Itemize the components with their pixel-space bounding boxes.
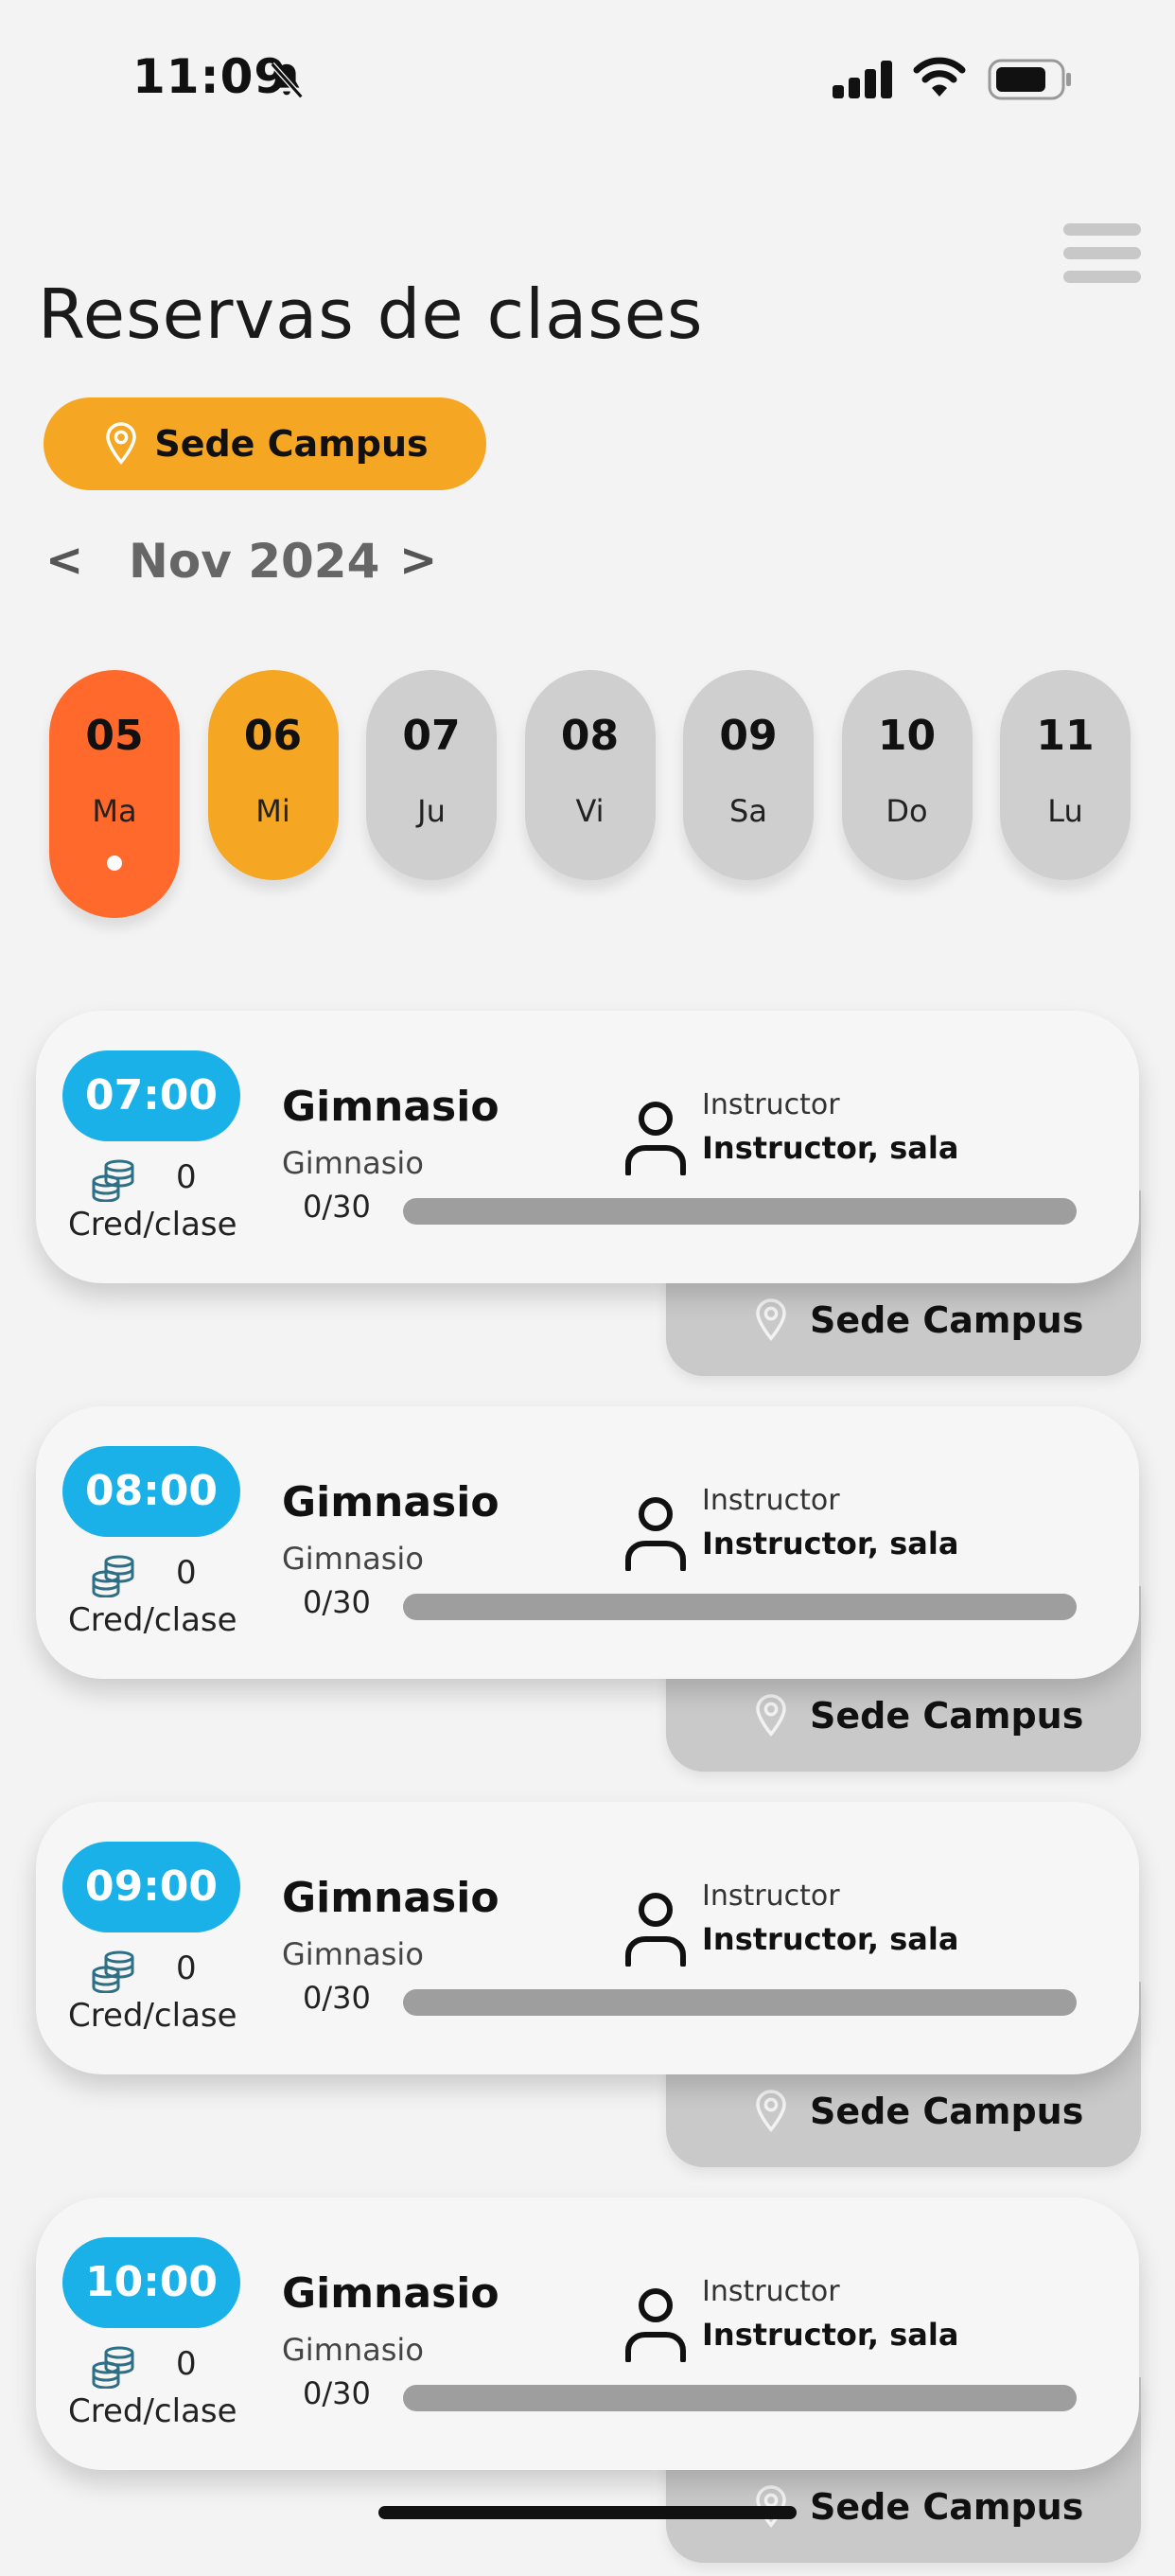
bell-slash-icon: [270, 62, 304, 99]
capacity-text: 0/30: [303, 1584, 371, 1620]
month-label: Nov 2024: [129, 534, 380, 589]
class-item[interactable]: Sede Campus 09:00 0 Cred/clase Gimnasio Gimna…: [0, 1802, 1175, 2180]
class-category: Gimnasio: [282, 1936, 424, 1972]
coins-stack-icon: [92, 2346, 134, 2389]
map-pin-icon: [756, 1694, 786, 1737]
credit-label: Cred/clase: [68, 2392, 237, 2430]
capacity-text: 0/30: [303, 1189, 371, 1225]
person-icon: [625, 1497, 686, 1571]
class-time-badge: 07:00: [62, 1050, 240, 1141]
class-name: Gimnasio: [282, 1083, 500, 1131]
instructor-label: Instructor: [702, 2275, 840, 2308]
day-pill-06[interactable]: 06 Mi: [207, 670, 339, 880]
class-time-badge: 09:00: [62, 1842, 240, 1932]
coins-stack-icon: [92, 1555, 134, 1597]
day-number: 10: [877, 712, 937, 760]
location-label: Sede Campus: [154, 423, 429, 465]
class-name: Gimnasio: [282, 1874, 500, 1922]
instructor-name: Instructor, sala: [702, 2317, 959, 2353]
class-card[interactable]: 08:00 0 Cred/clase Gimnasio Gimnasio 0/30 Inst…: [36, 1406, 1139, 1679]
day-pill-09[interactable]: 09 Sa: [683, 670, 814, 880]
person-icon: [625, 2288, 686, 2362]
capacity-bar: [403, 1594, 1077, 1620]
coins-stack-icon: [92, 1950, 134, 1993]
map-pin-icon: [106, 422, 137, 465]
credit-label: Cred/clase: [68, 1997, 237, 2035]
day-name: Do: [886, 793, 928, 829]
day-pill-05[interactable]: 05 Ma: [49, 670, 180, 918]
class-category: Gimnasio: [282, 2332, 424, 2368]
credit-count: 0: [176, 2345, 197, 2383]
day-name: Mi: [255, 793, 290, 829]
instructor-name: Instructor, sala: [702, 1130, 959, 1166]
class-time-badge: 08:00: [62, 1446, 240, 1537]
day-name: Vi: [575, 793, 605, 829]
class-location-label: Sede Campus: [810, 1299, 1084, 1341]
day-name: Ju: [417, 793, 446, 829]
hamburger-menu-icon[interactable]: [1063, 223, 1141, 284]
day-number: 07: [402, 712, 461, 760]
class-time-badge: 10:00: [62, 2237, 240, 2328]
wifi-icon: [913, 57, 966, 97]
day-name: Lu: [1047, 793, 1083, 829]
class-category: Gimnasio: [282, 1145, 424, 1181]
day-strip: 05 Ma 06 Mi 07 Ju 08 Vi 09 Sa 10 Do 11 Lu: [49, 670, 1137, 926]
capacity-text: 0/30: [303, 1980, 371, 2016]
map-pin-icon: [756, 1298, 786, 1341]
person-icon: [625, 1893, 686, 1967]
page-title: Reservas de clases: [38, 274, 704, 354]
instructor-label: Instructor: [702, 1484, 840, 1517]
instructor-name: Instructor, sala: [702, 1526, 959, 1561]
instructor-label: Instructor: [702, 1879, 840, 1913]
class-item[interactable]: Sede Campus 08:00 0 Cred/clase Gimnasio Gimna…: [0, 1406, 1175, 1785]
day-name: Ma: [92, 793, 137, 829]
person-icon: [625, 1102, 686, 1175]
month-navigation: < Nov 2024 >: [45, 530, 462, 596]
cellular-signal-icon: [833, 61, 892, 98]
battery-icon: [988, 59, 1071, 100]
class-card[interactable]: 10:00 0 Cred/clase Gimnasio Gimnasio 0/30 Inst…: [36, 2197, 1139, 2470]
capacity-bar: [403, 2385, 1077, 2411]
map-pin-icon: [756, 2090, 786, 2132]
day-number: 05: [85, 712, 144, 760]
class-card[interactable]: 07:00 0 Cred/clase Gimnasio Gimnasio 0/30 Inst…: [36, 1011, 1139, 1283]
day-pill-10[interactable]: 10 Do: [841, 670, 973, 880]
capacity-bar: [403, 1198, 1077, 1225]
class-name: Gimnasio: [282, 2269, 500, 2318]
next-month-button[interactable]: >: [399, 534, 437, 587]
credit-count: 0: [176, 1554, 197, 1592]
class-location-label: Sede Campus: [810, 2486, 1084, 2528]
class-item[interactable]: Sede Campus 10:00 0 Cred/clase Gimnasio Gimna…: [0, 2197, 1175, 2576]
credit-count: 0: [176, 1950, 197, 1987]
day-number: 11: [1036, 712, 1095, 760]
selected-day-dot: [107, 856, 122, 871]
day-number: 09: [719, 712, 778, 760]
class-card[interactable]: 09:00 0 Cred/clase Gimnasio Gimnasio 0/30 Inst…: [36, 1802, 1139, 2074]
class-category: Gimnasio: [282, 1541, 424, 1577]
class-location-label: Sede Campus: [810, 2091, 1084, 2132]
status-bar: 11:09: [0, 0, 1175, 161]
day-pill-08[interactable]: 08 Vi: [524, 670, 656, 880]
coins-stack-icon: [92, 1159, 134, 1202]
day-number: 06: [243, 712, 303, 760]
day-number: 08: [560, 712, 620, 760]
day-pill-11[interactable]: 11 Lu: [1000, 670, 1131, 880]
day-pill-07[interactable]: 07 Ju: [366, 670, 497, 880]
capacity-bar: [403, 1989, 1077, 2016]
day-name: Sa: [729, 793, 767, 829]
class-location-label: Sede Campus: [810, 1695, 1084, 1737]
class-name: Gimnasio: [282, 1478, 500, 1526]
credit-count: 0: [176, 1158, 197, 1196]
class-item[interactable]: Sede Campus 07:00 0 Cred/clase Gimnasio Gimna…: [0, 1011, 1175, 1389]
capacity-text: 0/30: [303, 2375, 371, 2411]
location-selector-button[interactable]: Sede Campus: [44, 397, 486, 490]
home-indicator: [378, 2506, 797, 2519]
prev-month-button[interactable]: <: [45, 534, 83, 587]
credit-label: Cred/clase: [68, 1206, 237, 1244]
instructor-name: Instructor, sala: [702, 1921, 959, 1957]
credit-label: Cred/clase: [68, 1601, 237, 1639]
instructor-label: Instructor: [702, 1088, 840, 1121]
